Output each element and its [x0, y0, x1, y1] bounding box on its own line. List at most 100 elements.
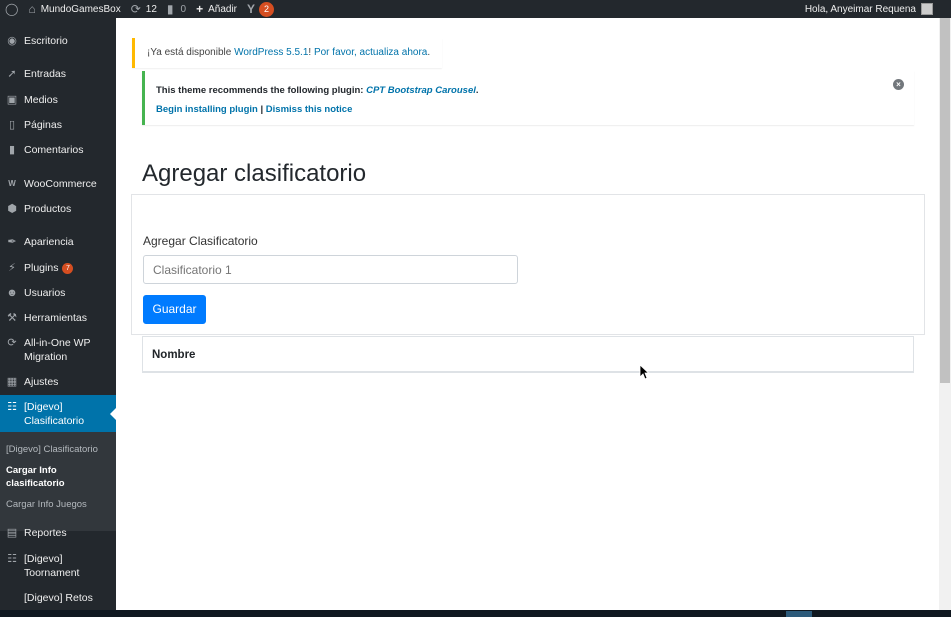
products-icon: ⬢	[7, 203, 17, 215]
woocommerce-icon: W	[8, 179, 16, 188]
current-menu-arrow	[110, 408, 116, 420]
menu-label: [Digevo] Clasificatorio	[24, 401, 85, 427]
menu-usuarios[interactable]: ☻ Usuarios	[0, 286, 116, 300]
clasificatorio-input[interactable]	[143, 255, 518, 284]
menu-label: Comentarios	[24, 144, 84, 156]
menu-digevo-retos[interactable]: [Digevo] Retos	[0, 591, 116, 605]
page-scrollbar[interactable]	[939, 18, 951, 610]
yoast-link[interactable]: Y 2	[242, 0, 279, 18]
scrollbar-thumb[interactable]	[940, 18, 950, 383]
comment-icon: ▮	[166, 2, 174, 16]
menu-plugins[interactable]: ⚡ Plugins 7	[0, 261, 116, 275]
menu-all-in-one-migration[interactable]: ⟳ All-in-One WP Migration	[0, 336, 116, 364]
add-new-link[interactable]: + Añadir	[191, 0, 242, 18]
submenu-cargar-info-juegos[interactable]: Cargar Info Juegos	[6, 498, 87, 511]
save-button[interactable]: Guardar	[143, 295, 206, 324]
migration-icon: ⟳	[7, 337, 17, 349]
menu-productos[interactable]: ⬢ Productos	[0, 202, 116, 216]
plugin-notice-text: This theme recommends the following plug…	[156, 85, 367, 96]
updates-count: 12	[145, 3, 157, 15]
comments-count: 0	[180, 3, 187, 15]
pages-icon: ▯	[8, 119, 16, 131]
plugin-recommendation-notice: This theme recommends the following plug…	[142, 71, 914, 125]
plugin-notice-message: This theme recommends the following plug…	[156, 85, 479, 96]
menu-paginas[interactable]: ▯ Páginas	[0, 118, 116, 132]
plugin-notice-period: .	[475, 85, 479, 96]
column-header-nombre: Nombre	[152, 349, 196, 361]
menu-label: Escritorio	[24, 35, 68, 47]
menu-woocommerce[interactable]: W WooCommerce	[0, 177, 116, 191]
updates-icon: ⟳	[130, 2, 141, 16]
update-now-link[interactable]: Por favor, actualiza ahora	[314, 47, 427, 58]
home-icon: ⌂	[28, 2, 36, 16]
site-name-link[interactable]: ⌂ MundoGamesBox	[23, 0, 125, 18]
wrench-icon: ⚒	[7, 312, 17, 324]
menu-escritorio[interactable]: ◉ Escritorio	[0, 34, 116, 48]
plugins-icon: ⚡	[8, 262, 16, 274]
menu-label: Usuarios	[24, 287, 66, 299]
submenu-digevo-clasificatorio[interactable]: [Digevo] Clasificatorio	[6, 443, 98, 456]
menu-ajustes[interactable]: ▦ Ajustes	[0, 375, 116, 389]
menu-label: Páginas	[24, 119, 62, 131]
admin-bar: ◯ ⌂ MundoGamesBox ⟳ 12 ▮ 0 + Añadir Y 2 …	[0, 0, 951, 18]
table-header: Nombre	[142, 336, 914, 373]
dismiss-notice-link[interactable]: Dismiss this notice	[266, 104, 353, 115]
updates-link[interactable]: ⟳ 12	[126, 0, 162, 18]
plugins-label: Plugins	[24, 262, 59, 274]
media-icon: ▣	[6, 94, 18, 106]
comments-link[interactable]: ▮ 0	[162, 0, 191, 18]
update-notice: ¡Ya está disponible WordPress 5.5.1! Por…	[132, 38, 442, 68]
yoast-notification-badge: 2	[259, 1, 275, 17]
update-notice-text: ¡Ya está disponible	[147, 47, 235, 58]
menu-label: [Digevo] Retos	[24, 592, 93, 604]
page-title: Agregar clasificatorio	[142, 160, 367, 187]
menu-digevo-clasificatorio[interactable]: ☷ [Digevo] Clasificatorio	[0, 395, 116, 432]
greeting: Hola, Anyeimar Requena	[804, 3, 916, 15]
wordpress-icon: ◯	[5, 2, 19, 16]
reports-icon: ▤	[6, 527, 18, 539]
sitemap-icon: ☷	[7, 553, 17, 565]
menu-comentarios[interactable]: ▮ Comentarios	[0, 143, 116, 157]
plugin-notice-actions: Begin installing plugin | Dismiss this n…	[156, 104, 352, 115]
plus-icon: +	[196, 2, 204, 16]
taskbar-button[interactable]	[786, 611, 812, 617]
plugins-update-badge: 7	[62, 263, 74, 274]
menu-label: All-in-One WP Migration	[24, 337, 91, 363]
comments-icon: ▮	[8, 144, 16, 156]
settings-icon: ▦	[6, 376, 18, 388]
wordpress-logo-button[interactable]: ◯	[0, 0, 23, 18]
avatar	[921, 3, 933, 15]
plugin-name-link[interactable]: CPT Bootstrap Carousel	[366, 85, 476, 96]
submenu-cargar-info-clasificatorio[interactable]: Cargar Info clasificatorio	[6, 464, 86, 490]
menu-label: Productos	[24, 203, 72, 215]
menu-digevo-toornament[interactable]: ☷ [Digevo] Toornament	[0, 552, 116, 580]
menu-medios[interactable]: ▣ Medios	[0, 93, 116, 107]
os-taskbar	[0, 610, 951, 617]
menu-label: Plugins 7	[24, 261, 74, 275]
menu-label: Reportes	[24, 527, 67, 539]
menu-entradas[interactable]: ➚ Entradas	[0, 67, 116, 81]
add-new-label: Añadir	[208, 3, 238, 15]
brush-icon: ✒	[7, 236, 17, 248]
my-account-link[interactable]: Hola, Anyeimar Requena	[805, 0, 933, 18]
close-icon[interactable]: ×	[893, 79, 904, 90]
menu-label: Medios	[24, 94, 58, 106]
field-label: Agregar Clasificatorio	[143, 234, 258, 248]
begin-installing-link[interactable]: Begin installing plugin	[156, 104, 258, 115]
site-name: MundoGamesBox	[40, 3, 121, 15]
menu-label: Apariencia	[24, 236, 74, 248]
menu-label: [Digevo] Toornament	[24, 553, 80, 579]
add-clasificatorio-form: Agregar Clasificatorio Guardar	[131, 194, 925, 335]
menu-label: WooCommerce	[24, 178, 97, 190]
menu-reportes[interactable]: ▤ Reportes	[0, 526, 116, 540]
menu-label: Herramientas	[24, 312, 88, 324]
update-notice-period: .	[427, 47, 431, 58]
wordpress-version-link[interactable]: WordPress 5.5.1	[234, 47, 308, 58]
users-icon: ☻	[6, 287, 18, 299]
menu-apariencia[interactable]: ✒ Apariencia	[0, 235, 116, 249]
admin-sidebar: ◉ Escritorio ➚ Entradas ▣ Medios ▯ Págin…	[0, 18, 116, 610]
submenu: [Digevo] Clasificatorio Cargar Info clas…	[0, 432, 116, 531]
sitemap-icon: ☷	[7, 401, 17, 413]
actions-separator: |	[257, 104, 266, 115]
menu-herramientas[interactable]: ⚒ Herramientas	[0, 311, 116, 325]
